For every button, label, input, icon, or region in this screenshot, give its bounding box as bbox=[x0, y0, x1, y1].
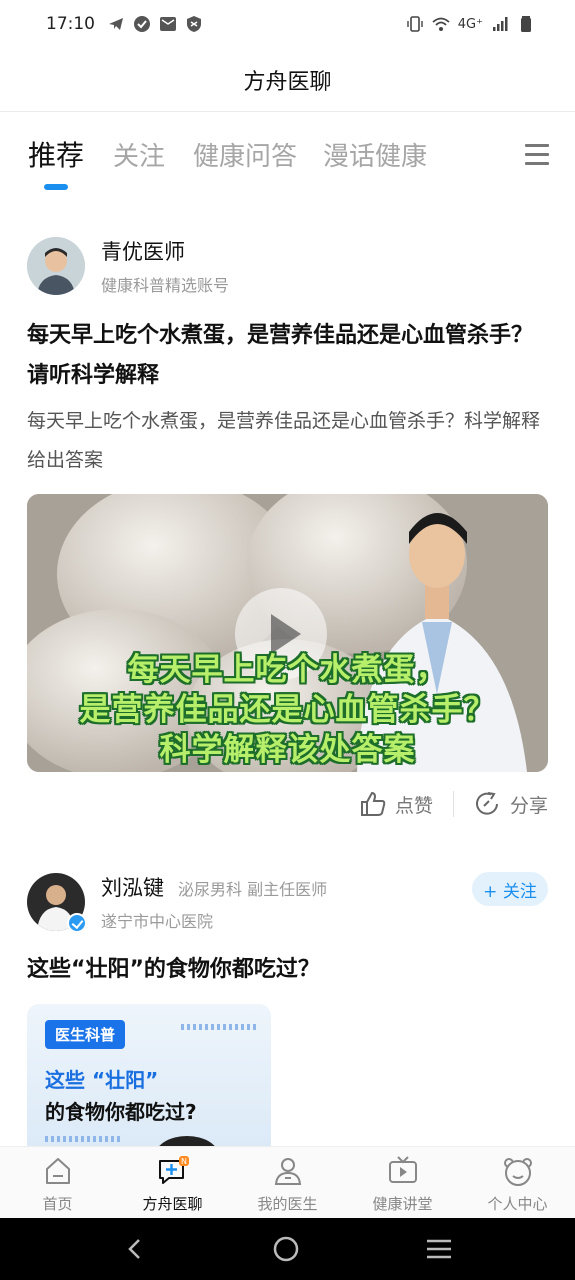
nav-label: 我的医生 bbox=[257, 1195, 318, 1213]
mail-icon bbox=[160, 17, 176, 31]
author-hospital: 遂宁市中心医院 bbox=[101, 912, 214, 931]
author-name: 青优医师 bbox=[101, 240, 185, 264]
divider bbox=[452, 791, 454, 817]
back-icon[interactable] bbox=[121, 1235, 149, 1263]
post-author[interactable]: 青优医师 健康科普精选账号 bbox=[27, 236, 229, 296]
video-caption-line: 科学解释该处答案 bbox=[159, 732, 416, 768]
thumb-badge: 医生科普 bbox=[45, 1020, 126, 1049]
telegram-icon bbox=[109, 18, 123, 30]
chat-plus-icon: N bbox=[158, 1156, 189, 1184]
post-title[interactable]: 每天早上吃个水煮蛋，是营养佳品还是心血管杀手？请听科学解释 bbox=[27, 316, 547, 396]
author-department: 泌尿男科 副主任医师 bbox=[178, 880, 328, 899]
thumb-headline: 的食物你都吃过? bbox=[45, 1100, 197, 1124]
video-thumbnail[interactable]: 每天早上吃个水煮蛋， 是营养佳品还是心血管杀手？ 科学解释该处答案 bbox=[27, 494, 548, 772]
tab-health-qa[interactable]: 健康问答 bbox=[193, 136, 297, 173]
video-caption-line: 是营养佳品还是心血管杀手？ bbox=[79, 692, 496, 728]
author-name: 刘泓键 bbox=[101, 876, 164, 900]
avatar[interactable] bbox=[27, 237, 85, 295]
battery-icon bbox=[521, 16, 531, 32]
share-icon bbox=[476, 792, 498, 815]
avatar-image bbox=[27, 237, 85, 295]
avatar[interactable] bbox=[27, 873, 87, 933]
nav-my-doctor[interactable]: 我的医生 bbox=[230, 1147, 345, 1218]
post-actions: 点赞 分享 bbox=[359, 790, 548, 818]
wifi-icon bbox=[432, 17, 450, 31]
follow-button[interactable]: + 关注 bbox=[472, 872, 548, 906]
article-thumbnail[interactable]: 医生科普 这些 “壮阳” 的食物你都吃过? bbox=[27, 1004, 271, 1154]
home-circle-icon[interactable] bbox=[271, 1234, 301, 1264]
recents-menu-icon[interactable] bbox=[424, 1235, 454, 1263]
system-navigation-bar bbox=[0, 1218, 575, 1280]
status-bar: 17:10 4G⁺ bbox=[0, 0, 575, 48]
home-icon bbox=[45, 1158, 70, 1184]
share-label: 分享 bbox=[509, 794, 548, 817]
nav-fangzhou-chat[interactable]: N 方舟医聊 bbox=[115, 1147, 230, 1218]
signal-icon bbox=[493, 17, 508, 31]
verified-icon bbox=[67, 913, 87, 933]
nav-profile[interactable]: 个人中心 bbox=[460, 1147, 575, 1218]
post-author[interactable]: 刘泓键 泌尿男科 副主任医师 遂宁市中心医院 bbox=[27, 872, 328, 933]
menu-icon[interactable] bbox=[525, 144, 549, 166]
share-button[interactable]: 分享 bbox=[474, 790, 548, 818]
nav-label: 健康讲堂 bbox=[372, 1195, 433, 1213]
network-type: 4G⁺ bbox=[457, 16, 483, 32]
tab-follow[interactable]: 关注 bbox=[113, 136, 165, 173]
decor-stripes bbox=[181, 1024, 257, 1030]
bear-icon bbox=[503, 1158, 532, 1186]
nav-label: 方舟医聊 bbox=[142, 1195, 203, 1213]
tab-comic-health[interactable]: 漫话健康 bbox=[323, 136, 427, 173]
tab-recommend[interactable]: 推荐 bbox=[28, 134, 84, 174]
doctor-icon bbox=[274, 1158, 301, 1185]
bottom-navigation: 首页 N 方舟医聊 我的医生 健康讲堂 个人中心 bbox=[0, 1146, 575, 1218]
tab-bar: 推荐 关注 健康问答 漫话健康 bbox=[0, 130, 575, 192]
thumbs-up-icon bbox=[360, 791, 386, 816]
vibrate-icon bbox=[407, 16, 423, 32]
shield-icon bbox=[187, 16, 201, 32]
like-label: 点赞 bbox=[394, 794, 433, 817]
video-caption-line: 每天早上吃个水煮蛋， bbox=[127, 652, 448, 688]
tab-active-indicator bbox=[44, 184, 68, 190]
app-bar: 方舟医聊 bbox=[0, 48, 575, 112]
post-title[interactable]: 这些“壮阳”的食物你都吃过？ bbox=[27, 950, 547, 990]
page-title: 方舟医聊 bbox=[243, 69, 332, 95]
nav-health-lecture[interactable]: 健康讲堂 bbox=[345, 1147, 460, 1218]
decor-stripes bbox=[45, 1136, 121, 1142]
thumb-headline: 这些 “壮阳” bbox=[45, 1068, 159, 1092]
status-time: 17:10 bbox=[46, 14, 95, 34]
post-summary[interactable]: 每天早上吃个水煮蛋，是营养佳品还是心血管杀手？科学解释给出答案 bbox=[27, 402, 547, 480]
like-button[interactable]: 点赞 bbox=[359, 790, 433, 818]
nav-home[interactable]: 首页 bbox=[0, 1147, 115, 1218]
check-circle-icon bbox=[134, 16, 150, 32]
nav-label: 个人中心 bbox=[487, 1195, 548, 1213]
tv-icon bbox=[388, 1156, 417, 1183]
svg-text:N: N bbox=[181, 1157, 187, 1166]
nav-label: 首页 bbox=[42, 1195, 73, 1213]
author-subtitle: 健康科普精选账号 bbox=[101, 276, 230, 295]
